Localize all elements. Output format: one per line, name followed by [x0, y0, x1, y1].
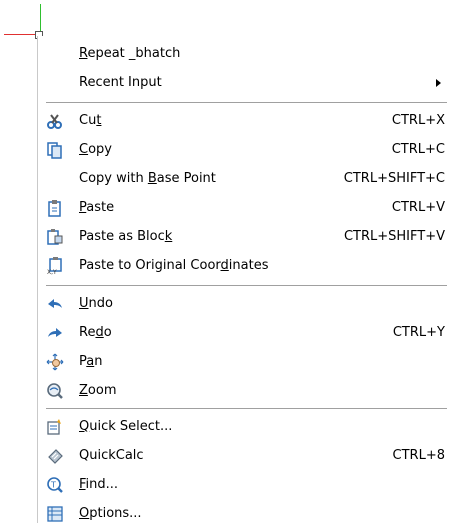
- menu-item-undo[interactable]: Undo: [38, 291, 453, 317]
- pan-hand-icon: [46, 353, 64, 371]
- menu-item-label: Quick Select...: [79, 419, 173, 434]
- menu-item-shortcut: CTRL+SHIFT+C: [343, 171, 445, 186]
- svg-text:X,Y: X,Y: [47, 269, 57, 275]
- menu-item-label: Paste as Block: [79, 229, 173, 244]
- menu-item-label: Pan: [79, 354, 103, 369]
- quick-select-icon: [46, 418, 64, 436]
- menu-separator: [46, 102, 447, 103]
- menu-item-redo[interactable]: Redo CTRL+Y: [38, 320, 453, 346]
- redo-arrow-icon: [46, 324, 64, 342]
- menu-item-pan[interactable]: Pan: [38, 349, 453, 375]
- menu-item-label: Copy with Base Point: [79, 171, 216, 186]
- menu-item-zoom[interactable]: Zoom: [38, 378, 453, 404]
- menu-item-label: Undo: [79, 296, 113, 311]
- zoom-magnifier-icon: [46, 382, 64, 400]
- menu-item-options[interactable]: Options...: [38, 501, 453, 527]
- menu-item-label: Copy: [79, 142, 112, 157]
- clipboard-icon: [46, 199, 64, 217]
- svg-text:T: T: [50, 481, 56, 490]
- paste-block-icon: [46, 228, 64, 246]
- menu-item-shortcut: CTRL+SHIFT+V: [343, 229, 445, 244]
- menu-item-find[interactable]: T Find...: [38, 472, 453, 498]
- calculator-icon: [46, 447, 64, 465]
- submenu-arrow-icon: [436, 79, 441, 87]
- menu-item-label: Find...: [79, 477, 119, 492]
- menu-item-repeat[interactable]: Repeat _bhatch: [38, 41, 453, 67]
- menu-separator: [46, 285, 447, 286]
- menu-item-recent-input[interactable]: Recent Input: [38, 70, 453, 96]
- menu-item-shortcut: CTRL+X: [391, 113, 445, 128]
- menu-item-label: Options...: [79, 506, 142, 521]
- menu-item-label: Zoom: [79, 383, 117, 398]
- paste-coordinates-icon: X,Y: [46, 257, 64, 276]
- scissors-icon: [46, 112, 64, 130]
- undo-arrow-icon: [46, 295, 64, 313]
- menu-item-quickcalc[interactable]: QuickCalc CTRL+8: [38, 443, 453, 469]
- menu-item-label: Cut: [79, 113, 102, 128]
- menu-item-paste-as-block[interactable]: Paste as Block CTRL+SHIFT+V: [38, 224, 453, 250]
- menu-item-label: Redo: [79, 325, 112, 340]
- menu-item-paste-to-original-coordinates[interactable]: X,Y Paste to Original Coordinates: [38, 253, 453, 279]
- menu-item-label: Paste: [79, 200, 115, 215]
- menu-separator: [46, 408, 447, 409]
- menu-item-label: Repeat _bhatch: [79, 46, 181, 61]
- menu-item-copy-with-base-point[interactable]: Copy with Base Point CTRL+SHIFT+C: [38, 166, 453, 192]
- menu-item-shortcut: CTRL+V: [391, 200, 445, 215]
- menu-item-label: QuickCalc: [79, 448, 144, 463]
- menu-item-cut[interactable]: Cut CTRL+X: [38, 108, 453, 134]
- menu-item-shortcut: CTRL+8: [392, 448, 445, 463]
- menu-item-shortcut: CTRL+C: [391, 142, 445, 157]
- menu-item-shortcut: CTRL+Y: [392, 325, 445, 340]
- context-menu: Repeat _bhatch Recent Input Cut CTRL+X C…: [37, 36, 453, 523]
- crosshair-x-axis: [4, 34, 37, 35]
- menu-item-label: Recent Input: [79, 75, 162, 90]
- copy-icon: [46, 141, 64, 159]
- menu-item-quick-select[interactable]: Quick Select...: [38, 414, 453, 440]
- options-icon: [46, 505, 64, 523]
- menu-item-copy[interactable]: Copy CTRL+C: [38, 137, 453, 163]
- crosshair-y-axis: [40, 4, 41, 34]
- find-icon: T: [46, 476, 64, 494]
- menu-item-label: Paste to Original Coordinates: [79, 258, 269, 273]
- menu-item-paste[interactable]: Paste CTRL+V: [38, 195, 453, 221]
